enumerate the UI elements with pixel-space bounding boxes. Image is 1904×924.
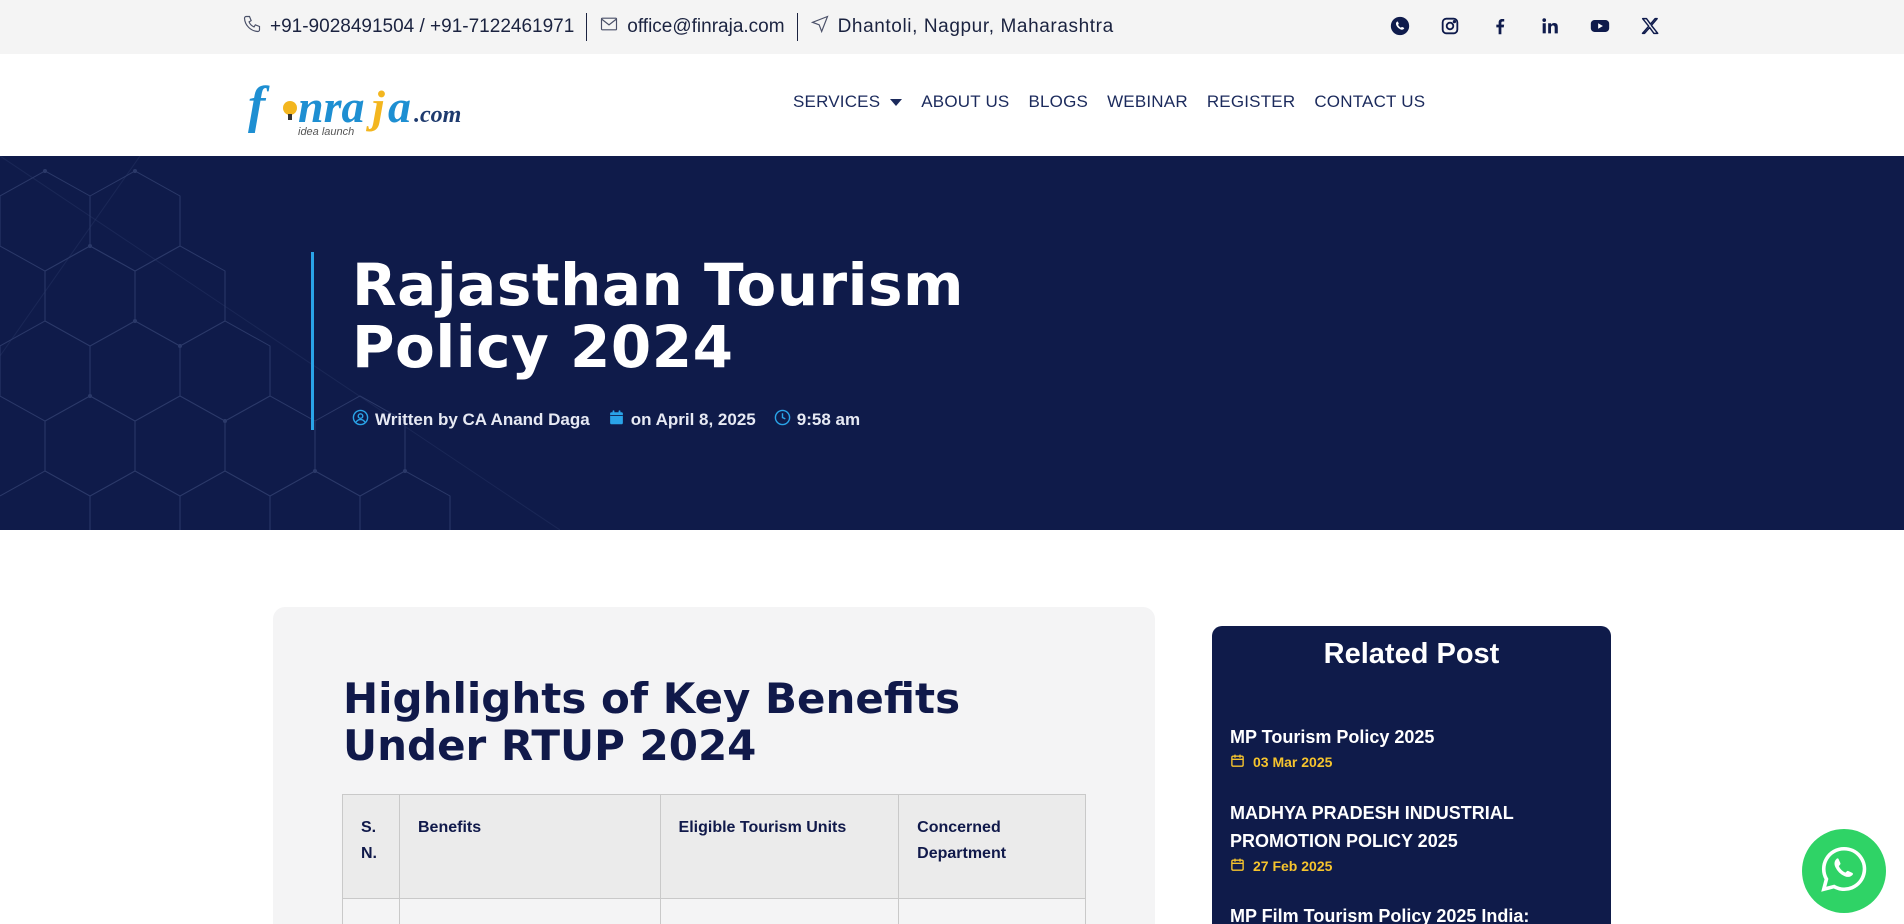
related-posts-title: Related Post <box>1323 638 1500 670</box>
related-posts: Related Post MP Tourism Policy 2025 03 M… <box>1212 626 1611 924</box>
related-post-item[interactable]: MADHYA PRADESH INDUSTRIAL PROMOTION POLI… <box>1230 799 1590 875</box>
x-icon[interactable] <box>1638 14 1662 38</box>
header-department: Concerned Department <box>898 794 1086 899</box>
svg-text:j: j <box>365 81 385 132</box>
table-cell <box>398 898 661 924</box>
nav-webinar-label: WEBINAR <box>1107 92 1188 111</box>
nav-services[interactable]: SERVICES <box>793 92 903 112</box>
svg-text:a: a <box>388 81 411 132</box>
header-eligible-units: Eligible Tourism Units <box>659 794 900 899</box>
nav-contact-us[interactable]: CONTACT US <box>1314 92 1425 112</box>
social-links <box>1388 14 1662 38</box>
related-post-date: 03 Mar 2025 <box>1230 753 1590 771</box>
instagram-icon[interactable] <box>1438 14 1462 38</box>
post-time: 9:58 am <box>774 409 860 431</box>
svg-text:f: f <box>248 77 270 134</box>
nav-about-label: ABOUT US <box>921 92 1010 111</box>
nav-blogs-label: BLOGS <box>1028 92 1089 111</box>
nav-register[interactable]: REGISTER <box>1207 92 1296 112</box>
related-post-date-text: 03 Mar 2025 <box>1253 754 1333 770</box>
top-bar: +91-9028491504 / +91-7122461971 office@f… <box>0 0 1904 54</box>
section-heading: Highlights of Key Benefits Under RTUP 20… <box>343 674 961 770</box>
divider <box>586 13 588 41</box>
phone-contact[interactable]: +91-9028491504 / +91-7122461971 <box>242 14 574 40</box>
linkedin-icon[interactable] <box>1538 14 1562 38</box>
header-benefits: Benefits <box>398 794 661 899</box>
related-post-title[interactable]: MADHYA PRADESH INDUSTRIAL PROMOTION POLI… <box>1230 799 1590 855</box>
nav-register-label: REGISTER <box>1206 92 1296 111</box>
header-sn: S. N. <box>342 794 400 899</box>
benefits-table: S. N. Benefits Eligible Tourism Units Co… <box>342 794 1086 924</box>
nav-services-label: SERVICES <box>793 92 881 111</box>
whatsapp-chat-button[interactable] <box>1802 829 1886 913</box>
divider <box>796 13 798 41</box>
nav-about-us[interactable]: ABOUT US <box>921 92 1009 112</box>
youtube-icon[interactable] <box>1588 14 1612 38</box>
nav-contact-label: CONTACT US <box>1314 92 1426 111</box>
calendar-icon <box>608 409 625 431</box>
post-author: Written by CA Anand Daga <box>352 409 590 431</box>
mail-icon <box>599 14 619 40</box>
email-contact[interactable]: office@finraja.com <box>599 14 785 40</box>
address-contact: Dhantoli, Nagpur, Maharashtra <box>810 14 1114 40</box>
page-title: Rajasthan Tourism Policy 2024 <box>352 251 964 381</box>
main-nav: SERVICES ABOUT US BLOGS WEBINAR REGISTER… <box>793 92 1425 112</box>
whatsapp-icon[interactable] <box>1388 14 1412 38</box>
finraja-logo[interactable]: f nra j a .com idea launch <box>246 70 486 140</box>
calendar-icon <box>1230 753 1245 771</box>
post-date: on April 8, 2025 <box>608 409 756 431</box>
phone-icon <box>242 14 262 40</box>
caret-down-icon <box>890 98 903 106</box>
article-card: Highlights of Key Benefits Under RTUP 20… <box>273 607 1155 924</box>
related-post-item[interactable]: MP Tourism Policy 2025 03 Mar 2025 <box>1230 723 1590 771</box>
author-text: Written by CA Anand Daga <box>375 410 590 429</box>
table-cell <box>659 898 900 924</box>
logo-suffix: .com <box>414 102 461 128</box>
calendar-icon <box>1230 857 1245 875</box>
email-text: office@finraja.com <box>627 16 785 37</box>
nav-blogs[interactable]: BLOGS <box>1028 92 1088 112</box>
table-header-row: S. N. Benefits Eligible Tourism Units Co… <box>342 794 1086 899</box>
date-text: on April 8, 2025 <box>630 410 756 429</box>
related-post-title[interactable]: MP Tourism Policy 2025 <box>1230 723 1590 751</box>
site-header: f nra j a .com idea launch SERVICES ABOU… <box>0 54 1904 156</box>
facebook-icon[interactable] <box>1488 14 1512 38</box>
hero-banner: Rajasthan Tourism Policy 2024 Written by… <box>0 156 1904 530</box>
post-meta: Written by CA Anand Daga on April 8, 202… <box>352 409 860 431</box>
related-post-item[interactable]: MP Film Tourism Policy 2025 India: <box>1230 902 1590 924</box>
svg-text:nra: nra <box>298 81 364 132</box>
table-cell <box>342 898 400 924</box>
related-post-date: 27 Feb 2025 <box>1230 857 1590 875</box>
phone-text: +91-9028491504 / +91-7122461971 <box>270 16 575 37</box>
table-cell <box>898 898 1086 924</box>
time-text: 9:58 am <box>796 410 861 429</box>
title-accent-bar <box>311 252 314 430</box>
contact-info: +91-9028491504 / +91-7122461971 office@f… <box>242 12 1114 42</box>
related-post-title[interactable]: MP Film Tourism Policy 2025 India: <box>1230 902 1590 924</box>
logo-tagline: idea launch <box>298 126 354 138</box>
table-row <box>342 898 1086 924</box>
user-circle-icon <box>352 409 369 431</box>
address-text: Dhantoli, Nagpur, Maharashtra <box>837 16 1114 37</box>
location-arrow-icon <box>810 14 830 40</box>
related-post-date-text: 27 Feb 2025 <box>1253 858 1333 874</box>
nav-webinar[interactable]: WEBINAR <box>1107 92 1188 112</box>
whatsapp-icon <box>1817 842 1871 901</box>
clock-icon <box>774 409 791 431</box>
